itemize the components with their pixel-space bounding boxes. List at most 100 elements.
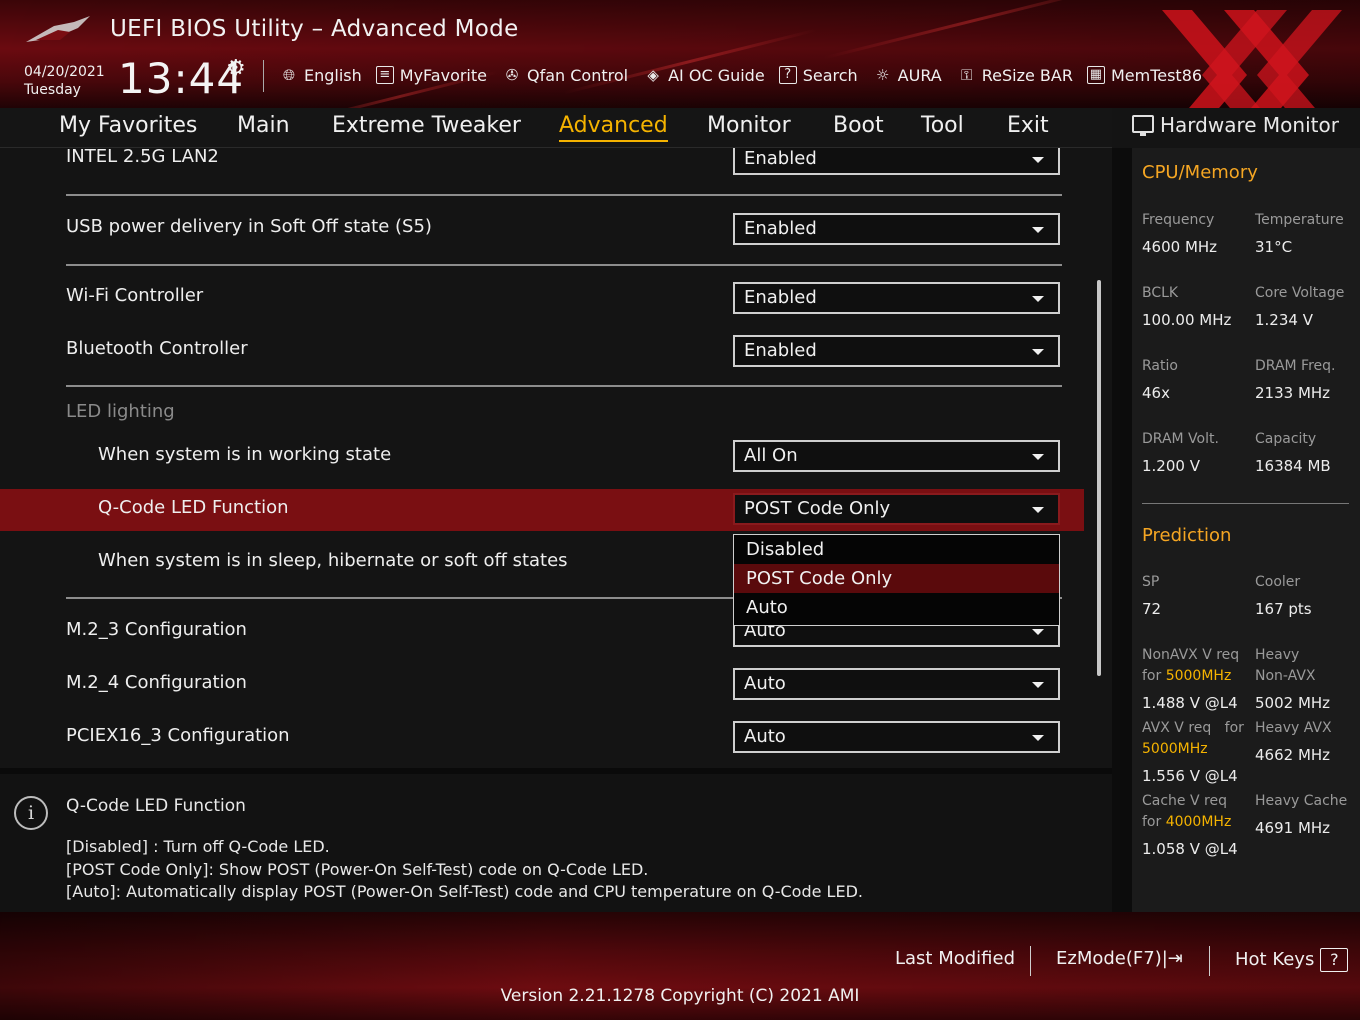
- wifi-value: Enabled: [744, 287, 817, 308]
- myfavorite-label: MyFavorite: [399, 65, 487, 85]
- header-bar: UEFI BIOS Utility – Advanced Mode 04/20/…: [0, 0, 1360, 108]
- gear-icon[interactable]: ⚙: [226, 56, 246, 81]
- nonavx-value: 1.488 V @L4: [1142, 694, 1238, 712]
- m2-4-select[interactable]: Auto: [733, 668, 1060, 700]
- xx-watermark-logo: [1162, 10, 1342, 108]
- dropdown-option-disabled[interactable]: Disabled: [734, 535, 1059, 564]
- footer-separator: [1209, 946, 1210, 976]
- heavy-nonavx-label-2: Non-AVX: [1255, 668, 1316, 684]
- ezmode-button[interactable]: EzMode(F7)|⇥: [1056, 948, 1183, 969]
- language-button[interactable]: 🌐︎ English: [278, 65, 362, 85]
- qcode-label: Q-Code LED Function: [98, 497, 289, 518]
- cache-value: 1.058 V @L4: [1142, 840, 1238, 858]
- search-button[interactable]: ? Search: [778, 65, 858, 85]
- rog-logo-icon: [26, 16, 90, 42]
- version-text: Version 2.21.1278 Copyright (C) 2021 AMI: [500, 986, 860, 1006]
- core-voltage-value: 1.234 V: [1255, 311, 1313, 329]
- myfavorite-button[interactable]: ≡ MyFavorite: [375, 65, 487, 85]
- led-working-select[interactable]: All On: [733, 440, 1060, 472]
- intel-lan-select[interactable]: Enabled: [733, 148, 1060, 175]
- temperature-label: Temperature: [1255, 212, 1344, 228]
- tab-boot[interactable]: Boot: [833, 113, 884, 138]
- led-working-value: All On: [744, 445, 798, 466]
- last-modified-button[interactable]: Last Modified: [895, 948, 1015, 969]
- tab-main[interactable]: Main: [237, 113, 290, 138]
- scrollbar[interactable]: [1097, 280, 1101, 676]
- panel-gap: [1112, 148, 1122, 912]
- search-icon: ?: [778, 66, 797, 84]
- cooler-value: 167 pts: [1255, 600, 1312, 618]
- ratio-value: 46x: [1142, 384, 1170, 402]
- hardware-monitor-panel: CPU/Memory Frequency 4600 MHz Temperatur…: [1122, 148, 1360, 912]
- nonavx-label: NonAVX V req: [1142, 647, 1240, 663]
- chevron-down-icon: [1032, 735, 1044, 741]
- temperature-value: 31°C: [1255, 238, 1293, 256]
- sp-value: 72: [1142, 600, 1162, 618]
- ezmode-label: EzMode(F7)|: [1056, 948, 1168, 969]
- qcode-dropdown-menu: Disabled POST Code Only Auto: [733, 534, 1060, 626]
- chevron-down-icon: [1032, 454, 1044, 460]
- resize-bar-button[interactable]: ⚿ ReSize BAR: [956, 65, 1073, 85]
- led-lighting-header: LED lighting: [66, 401, 175, 422]
- help-line: [Disabled] : Turn off Q-Code LED.: [66, 837, 330, 856]
- monitor-icon: [1132, 115, 1154, 136]
- ratio-label: Ratio: [1142, 358, 1178, 374]
- cache-for-label: for 4000MHz: [1142, 814, 1231, 830]
- tab-exit[interactable]: Exit: [1007, 113, 1049, 138]
- for-label: for: [1142, 814, 1162, 830]
- chevron-down-icon: [1032, 296, 1044, 302]
- chevron-down-icon: [1032, 349, 1044, 355]
- tab-extreme-tweaker[interactable]: Extreme Tweaker: [332, 113, 521, 138]
- divider: [66, 385, 1062, 387]
- for-label: for: [1142, 668, 1162, 684]
- tab-tool[interactable]: Tool: [921, 113, 964, 138]
- ai-oc-guide-button[interactable]: ◈ AI OC Guide: [642, 65, 764, 85]
- usb-power-select[interactable]: Enabled: [733, 213, 1060, 245]
- usb-power-value: Enabled: [744, 218, 817, 239]
- nonavx-target-freq: 5000MHz: [1165, 668, 1232, 684]
- qfan-button[interactable]: ✇ Qfan Control: [501, 65, 628, 85]
- dram-freq-value: 2133 MHz: [1255, 384, 1331, 402]
- m2-4-value: Auto: [744, 673, 786, 694]
- led-sleep-label: When system is in sleep, hibernate or so…: [98, 550, 568, 571]
- bclk-value: 100.00 MHz: [1142, 311, 1232, 329]
- search-label: Search: [802, 65, 858, 85]
- capacity-label: Capacity: [1255, 431, 1317, 447]
- fan-icon: ✇: [505, 66, 519, 84]
- wifi-select[interactable]: Enabled: [733, 282, 1060, 314]
- globe-icon: 🌐︎: [282, 66, 295, 84]
- tab-advanced[interactable]: Advanced: [559, 113, 668, 142]
- tab-my-favorites[interactable]: My Favorites: [59, 113, 197, 138]
- bluetooth-value: Enabled: [744, 340, 817, 361]
- pciex16-3-label: PCIEX16_3 Configuration: [66, 725, 290, 746]
- chevron-down-icon: [1032, 507, 1044, 513]
- frequency-value: 4600 MHz: [1142, 238, 1218, 256]
- dram-freq-label: DRAM Freq.: [1255, 358, 1336, 374]
- dropdown-option-auto[interactable]: Auto: [734, 593, 1059, 622]
- main-nav: My Favorites Main Extreme Tweaker Advanc…: [0, 108, 1112, 148]
- qfan-label: Qfan Control: [527, 65, 629, 85]
- bluetooth-label: Bluetooth Controller: [66, 338, 248, 359]
- cache-target-freq: 4000MHz: [1165, 814, 1232, 830]
- intel-lan-label: INTEL 2.5G LAN2: [66, 148, 219, 167]
- favorite-icon: ≡: [375, 66, 394, 84]
- hot-keys-button[interactable]: Hot Keys?: [1235, 948, 1349, 972]
- toolbar: 🌐︎ English ≡ MyFavorite ✇ Qfan Control ◈…: [278, 62, 1216, 88]
- capacity-value: 16384 MB: [1255, 457, 1331, 475]
- footer-bar: Last Modified EzMode(F7)|⇥ Hot Keys? Ver…: [0, 912, 1360, 1020]
- tab-monitor[interactable]: Monitor: [707, 113, 791, 138]
- qcode-select[interactable]: POST Code Only: [733, 493, 1060, 525]
- day-display: Tuesday: [24, 82, 81, 98]
- info-icon: i: [14, 796, 48, 830]
- cooler-label: Cooler: [1255, 574, 1301, 590]
- bluetooth-select[interactable]: Enabled: [733, 335, 1060, 367]
- avx-value: 1.556 V @L4: [1142, 767, 1238, 785]
- hardware-monitor-header: Hardware Monitor: [1112, 108, 1360, 148]
- page-title: UEFI BIOS Utility – Advanced Mode: [110, 16, 519, 42]
- memtest-icon: ▦: [1086, 66, 1105, 84]
- help-panel: i Q-Code LED Function [Disabled] : Turn …: [0, 768, 1112, 912]
- pciex16-3-select[interactable]: Auto: [733, 721, 1060, 753]
- intel-lan-value: Enabled: [744, 148, 817, 169]
- dropdown-option-post-code-only[interactable]: POST Code Only: [734, 564, 1059, 593]
- aura-button[interactable]: ☼ AURA: [872, 65, 942, 85]
